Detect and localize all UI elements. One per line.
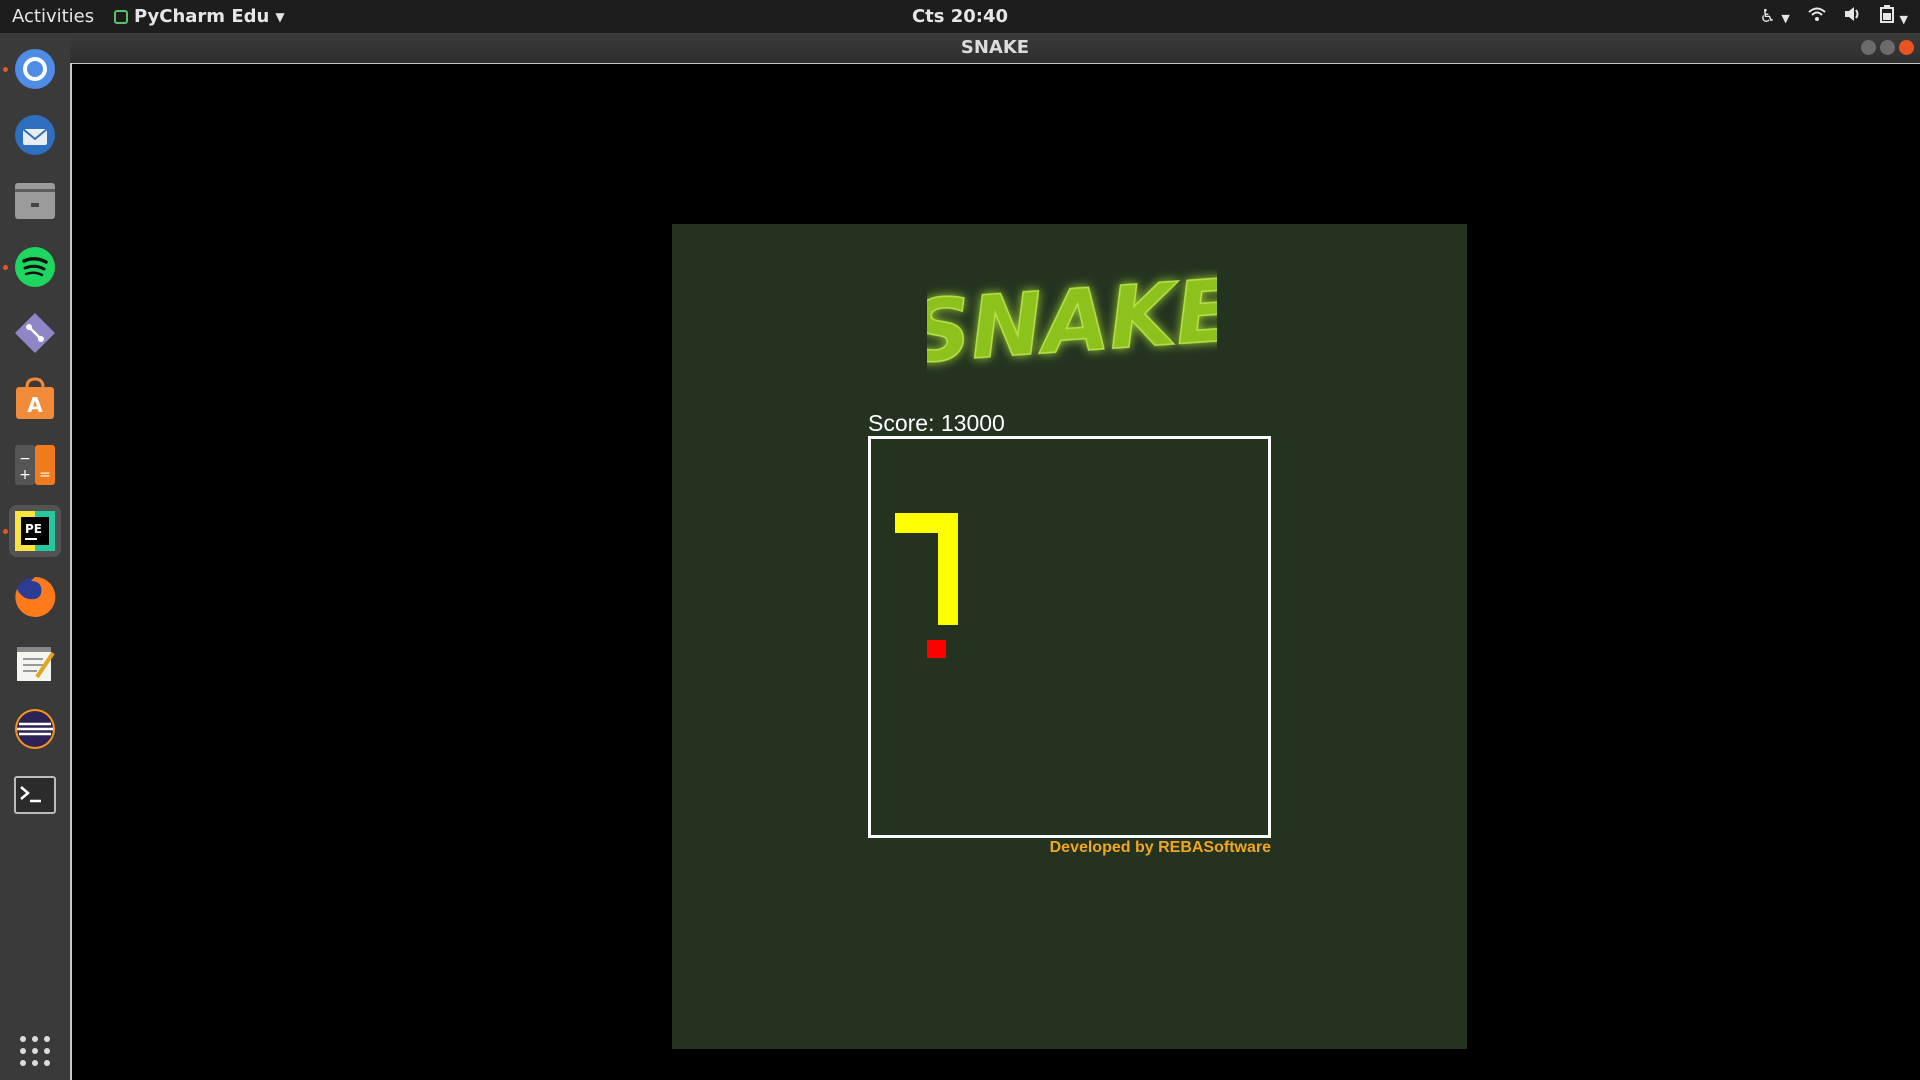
running-indicator — [3, 67, 8, 72]
dock: A − + = PE — [0, 33, 70, 1080]
dock-item-firefox[interactable] — [9, 571, 61, 623]
clock[interactable]: Cts 20:40 — [0, 6, 1920, 27]
window-title: SNAKE — [960, 37, 1030, 58]
dock-item-eclipse[interactable] — [9, 703, 61, 755]
accessibility-icon[interactable]: ♿ ▼ — [1759, 6, 1789, 27]
minimize-button[interactable] — [1861, 40, 1876, 55]
software-center-icon: A — [16, 377, 54, 419]
score-label: Score: 13000 — [868, 410, 1005, 436]
volume-icon[interactable] — [1844, 6, 1862, 27]
window-content: SNAKE Score: 13000 Developed by REBASoft… — [70, 63, 1920, 1080]
pycharm-edu-icon: PE — [15, 511, 55, 551]
git-icon — [15, 313, 55, 353]
svg-text:PE: PE — [25, 522, 42, 536]
dock-item-terminal[interactable] — [9, 769, 61, 821]
window-titlebar[interactable]: SNAKE — [70, 33, 1920, 63]
food — [927, 640, 946, 658]
dock-item-spotify[interactable] — [9, 241, 61, 293]
snake — [895, 513, 958, 625]
svg-text:=: = — [39, 467, 51, 483]
top-bar: Activities PyCharm Edu ▼ Cts 20:40 ♿ ▼ ▼ — [0, 0, 1920, 33]
running-indicator — [3, 265, 8, 270]
system-tray[interactable]: ♿ ▼ ▼ — [1759, 5, 1908, 28]
thunderbird-icon — [15, 115, 55, 155]
terminal-icon — [14, 776, 56, 814]
close-button[interactable] — [1899, 40, 1914, 55]
dock-item-software[interactable]: A — [9, 373, 61, 425]
chromium-icon — [15, 49, 55, 89]
dock-item-pycharm-edu[interactable]: PE — [9, 505, 61, 557]
svg-text:−: − — [19, 451, 31, 467]
credits-label: Developed by REBASoftware — [1049, 839, 1271, 856]
running-indicator — [3, 529, 8, 534]
svg-text:SNAKE: SNAKE — [927, 269, 1217, 379]
game-canvas — [895, 513, 958, 658]
dock-item-thunderbird[interactable] — [9, 109, 61, 161]
game-panel: SNAKE Score: 13000 Developed by REBASoft… — [672, 224, 1467, 1049]
window-controls — [1861, 40, 1914, 55]
dock-item-git[interactable] — [9, 307, 61, 359]
wifi-icon[interactable] — [1808, 6, 1826, 27]
svg-text:+: + — [19, 467, 31, 483]
dock-item-text-editor[interactable] — [9, 637, 61, 689]
dock-item-chromium[interactable] — [9, 43, 61, 95]
svg-text:A: A — [27, 393, 43, 417]
text-editor-icon — [17, 647, 55, 681]
snake-logo: SNAKE — [927, 269, 1217, 379]
files-icon — [15, 183, 55, 219]
maximize-button[interactable] — [1880, 40, 1895, 55]
firefox-icon — [15, 576, 56, 617]
dock-item-calculator[interactable]: − + = — [9, 439, 61, 491]
spotify-icon — [15, 247, 55, 287]
battery-icon[interactable]: ▼ — [1879, 5, 1908, 28]
game-board[interactable] — [868, 436, 1271, 838]
eclipse-icon — [15, 709, 55, 749]
dock-item-files[interactable] — [9, 175, 61, 227]
show-applications-button[interactable] — [9, 1025, 61, 1077]
app-grid-icon — [20, 1036, 50, 1066]
calculator-icon: −+ = — [15, 445, 55, 485]
